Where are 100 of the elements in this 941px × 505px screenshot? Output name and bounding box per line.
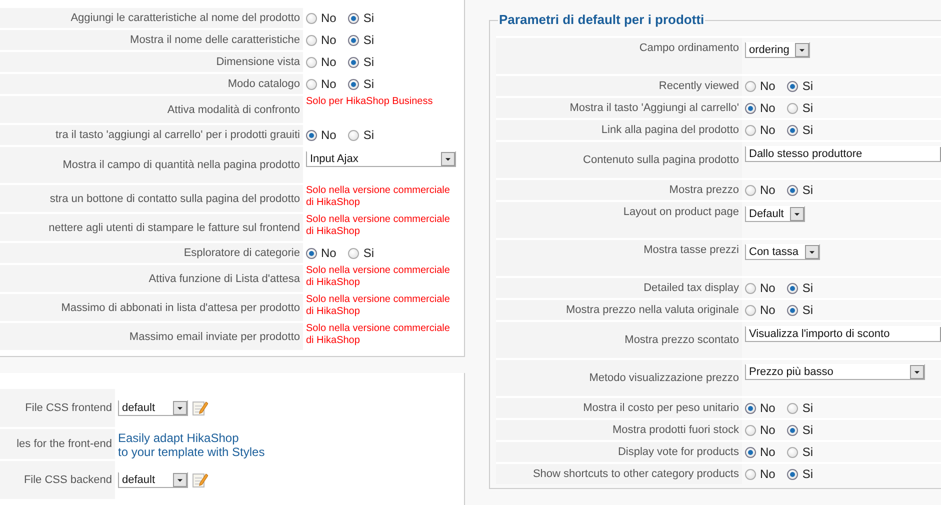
radio-label: No: [760, 467, 776, 481]
radio-label: No: [321, 33, 336, 47]
styles-link[interactable]: Easily adapt HikaShop to your template with Styles: [118, 431, 265, 459]
radio-button[interactable]: [745, 402, 756, 414]
radio-button[interactable]: [745, 468, 756, 480]
notice-text: Solo nella versione commerciale di HikaShop: [306, 214, 450, 238]
radio-button[interactable]: [787, 446, 798, 458]
field-label: Modo catalogo: [228, 78, 300, 90]
radio-button[interactable]: [745, 184, 756, 196]
radio-label: Si: [802, 303, 814, 317]
field-label: Layout on product page: [623, 205, 739, 218]
radio-label: Si: [802, 79, 814, 93]
radio-label: No: [321, 77, 336, 91]
radio-button[interactable]: [306, 130, 317, 140]
radio-button[interactable]: [787, 102, 798, 114]
field-label: Mostra prezzo nella valuta originale: [566, 304, 739, 316]
field-label: Mostra prodotti fuori stock: [612, 424, 739, 436]
radio-button[interactable]: [787, 402, 798, 414]
radio-label: No: [760, 445, 776, 459]
field-label: Mostra il campo di quantità nella pagina prodotto: [62, 159, 300, 171]
radio-button[interactable]: [745, 80, 756, 92]
radio-label: Si: [802, 467, 814, 481]
field-label: Metodo visualizzazione prezzo: [589, 372, 739, 384]
field-label: les for the front-end: [16, 438, 112, 450]
dropdown[interactable]: ordering: [745, 42, 810, 58]
radio-button[interactable]: [745, 102, 756, 114]
radio-button[interactable]: [745, 304, 756, 316]
radio-button[interactable]: [306, 78, 317, 90]
radio-label: No: [760, 303, 776, 317]
dropdown[interactable]: Dallo stesso produttore: [745, 146, 941, 162]
radio-button[interactable]: [787, 80, 798, 92]
field-label: Mostra prezzo: [669, 184, 739, 196]
field-label: File CSS backend: [24, 474, 112, 486]
radio-button[interactable]: [745, 282, 756, 294]
notice-text: Solo nella versione commerciale di HikaShop: [306, 323, 450, 347]
radio-label: Si: [802, 123, 814, 137]
field-label: Massimo di abbonati in lista d'attesa per prodotto: [61, 302, 300, 314]
field-label: Detailed tax display: [644, 282, 739, 294]
notice-text: Solo nella versione commerciale di HikaShop: [306, 294, 450, 318]
field-label: Display vote for products: [618, 446, 739, 458]
radio-button[interactable]: [348, 12, 360, 24]
radio-label: Si: [363, 77, 374, 91]
radio-button[interactable]: [348, 248, 360, 258]
radio-button[interactable]: [787, 468, 798, 480]
radio-label: Si: [802, 445, 814, 459]
radio-label: No: [760, 183, 776, 197]
radio-label: No: [760, 79, 776, 93]
radio-button[interactable]: [348, 34, 360, 46]
radio-button[interactable]: [306, 248, 317, 258]
radio-button[interactable]: [348, 56, 360, 68]
radio-button[interactable]: [745, 446, 756, 458]
field-label: Mostra il nome delle caratteristiche: [130, 34, 300, 46]
radio-label: No: [760, 123, 776, 137]
field-label: Mostra tasse prezzi: [644, 243, 739, 256]
radio-label: Si: [802, 101, 814, 115]
radio-label: No: [760, 281, 776, 295]
dropdown[interactable]: Con tassa: [745, 244, 820, 260]
radio-button[interactable]: [348, 78, 360, 90]
radio-button[interactable]: [787, 124, 798, 136]
field-label: Massimo email inviate per prodotto: [129, 330, 300, 342]
field-label: Show shortcuts to other category products: [532, 468, 739, 480]
radio-label: Si: [363, 33, 374, 47]
field-label: Esploratore di categorie: [184, 247, 300, 259]
field-label: Aggiungi le caratteristiche al nome del prodotto: [70, 12, 300, 24]
field-label: Contenuto sulla pagina prodotto: [583, 154, 739, 166]
radio-label: No: [321, 55, 336, 69]
field-label: stra un bottone di contatto sulla pagina del prodotto: [50, 192, 300, 204]
radio-label: No: [760, 101, 776, 115]
field-label: Mostra il tasto 'Aggiungi al carrello': [570, 102, 739, 114]
radio-button[interactable]: [306, 12, 317, 24]
radio-button[interactable]: [348, 130, 360, 140]
radio-button[interactable]: [306, 56, 317, 68]
field-label: Mostra il costo per peso unitario: [583, 402, 739, 414]
radio-label: Si: [363, 246, 374, 260]
radio-label: Si: [802, 183, 814, 197]
dropdown[interactable]: default: [118, 472, 188, 488]
dropdown[interactable]: Visualizza l'importo di sconto: [745, 326, 941, 342]
radio-button[interactable]: [787, 184, 798, 196]
radio-label: No: [321, 128, 336, 142]
radio-button[interactable]: [787, 304, 798, 316]
radio-label: Si: [363, 55, 374, 69]
field-label: Mostra prezzo scontato: [624, 334, 739, 346]
notice-text: Solo per HikaShop Business: [306, 96, 433, 108]
dropdown[interactable]: Prezzo più basso: [745, 364, 925, 380]
radio-label: No: [321, 11, 336, 25]
radio-button[interactable]: [787, 424, 798, 436]
radio-button[interactable]: [745, 424, 756, 436]
radio-label: No: [760, 401, 776, 415]
dropdown[interactable]: default: [118, 400, 188, 416]
radio-label: No: [760, 423, 776, 437]
radio-button[interactable]: [306, 34, 317, 46]
radio-button[interactable]: [787, 282, 798, 294]
radio-button[interactable]: [745, 124, 756, 136]
field-label: Link alla pagina del prodotto: [601, 124, 739, 136]
radio-label: Si: [802, 423, 814, 437]
dropdown[interactable]: Input Ajax: [306, 151, 456, 167]
field-label: File CSS frontend: [25, 402, 112, 414]
dropdown[interactable]: Default: [745, 206, 805, 222]
edit-icon[interactable]: [192, 399, 208, 417]
edit-icon[interactable]: [192, 471, 208, 489]
